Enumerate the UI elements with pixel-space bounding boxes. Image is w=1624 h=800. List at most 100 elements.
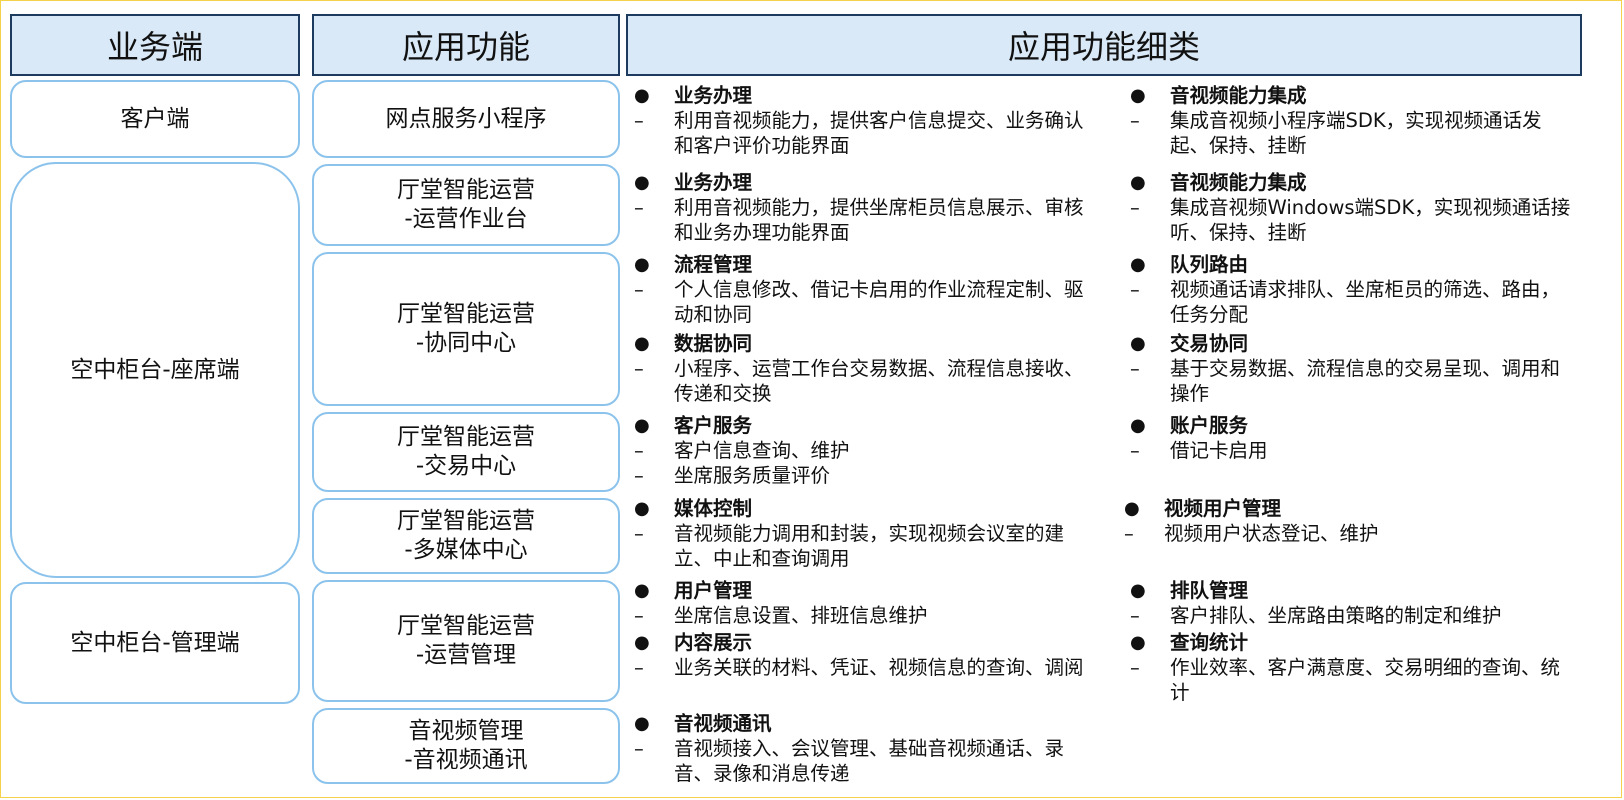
detail-desc: 集成音视频Windows端SDK，实现视频通话接听、保持、挂断 — [1170, 196, 1571, 244]
detail-desc: 客户排队、坐席路由策略的制定和维护 — [1170, 604, 1502, 627]
bullet-icon: ● — [1124, 498, 1140, 519]
dash-icon: – — [1130, 656, 1140, 679]
detail-desc: 坐席服务质量评价 — [674, 464, 831, 487]
detail-title: 业务办理 — [674, 84, 753, 107]
detail-item: ● 业务办理 – 利用音视频能力，提供坐席柜员信息展示、审核和业务办理功能界面 — [634, 170, 1094, 245]
dash-icon: – — [1124, 522, 1134, 545]
dash-icon: – — [1130, 109, 1140, 132]
detail-item: ● 业务办理 – 利用音视频能力，提供客户信息提交、业务确认和客户评价功能界面 — [634, 83, 1094, 158]
detail-item: ● 排队管理 – 客户排队、坐席路由策略的制定和维护 — [1130, 578, 1578, 628]
bullet-icon: ● — [634, 333, 650, 354]
detail-title: 客户服务 — [674, 414, 753, 437]
detail-desc: 个人信息修改、借记卡启用的作业流程定制、驱动和协同 — [674, 278, 1084, 326]
detail-item: ● 队列路由 – 视频通话请求排队、坐席柜员的筛选、路由，任务分配 — [1130, 252, 1578, 327]
detail-desc: 小程序、运营工作台交易数据、流程信息接收、传递和交换 — [674, 357, 1084, 405]
detail-desc: 基于交易数据、流程信息的交易呈现、调用和操作 — [1170, 357, 1561, 405]
detail-title: 内容展示 — [674, 631, 753, 654]
business-end-admin: 空中柜台-管理端 — [10, 582, 300, 704]
detail-desc: 利用音视频能力，提供坐席柜员信息展示、审核和业务办理功能界面 — [674, 196, 1084, 244]
dash-icon: – — [1130, 439, 1140, 462]
function-label: 厅堂智能运营 -交易中心 — [397, 424, 535, 479]
business-end-label: 客户端 — [120, 105, 190, 132]
detail-desc: 作业效率、客户满意度、交易明细的查询、统计 — [1170, 656, 1561, 704]
dash-icon: – — [634, 439, 644, 462]
bullet-icon: ● — [634, 415, 650, 436]
detail-title: 音视频能力集成 — [1170, 84, 1307, 107]
function-label: 网点服务小程序 — [385, 105, 547, 132]
detail-item: ● 交易协同 – 基于交易数据、流程信息的交易呈现、调用和操作 — [1130, 331, 1578, 406]
dash-icon: – — [634, 656, 644, 679]
detail-item: ● 流程管理 – 个人信息修改、借记卡启用的作业流程定制、驱动和协同 — [634, 252, 1094, 327]
bullet-icon: ● — [1130, 172, 1146, 193]
detail-title: 交易协同 — [1170, 332, 1249, 355]
bullet-icon: ● — [1130, 580, 1146, 601]
dash-icon: – — [1130, 196, 1140, 219]
dash-icon: – — [1130, 357, 1140, 380]
detail-desc: 视频用户状态登记、维护 — [1164, 522, 1379, 545]
function-ops-workbench: 厅堂智能运营 -运营作业台 — [312, 164, 620, 246]
function-av-comm: 音视频管理 -音视频通讯 — [312, 708, 620, 784]
dash-icon: – — [634, 357, 644, 380]
function-label: 厅堂智能运营 -协同中心 — [397, 301, 535, 356]
detail-item: ● 用户管理 – 坐席信息设置、排班信息维护 — [634, 578, 1094, 628]
bullet-icon: ● — [634, 498, 650, 519]
function-label: 厅堂智能运营 -运营作业台 — [397, 177, 535, 232]
detail-item: ● 账户服务 – 借记卡启用 — [1130, 413, 1578, 463]
detail-desc: 客户信息查询、维护 — [674, 439, 850, 462]
bullet-icon: ● — [634, 85, 650, 106]
detail-item: ● 查询统计 – 作业效率、客户满意度、交易明细的查询、统计 — [1130, 630, 1578, 705]
business-end-agent: 空中柜台-座席端 — [10, 162, 300, 578]
function-mini-program: 网点服务小程序 — [312, 80, 620, 158]
detail-title: 查询统计 — [1170, 631, 1249, 654]
detail-title: 视频用户管理 — [1164, 497, 1282, 520]
detail-desc: 借记卡启用 — [1170, 439, 1268, 462]
detail-title: 流程管理 — [674, 253, 753, 276]
bullet-icon: ● — [634, 254, 650, 275]
function-label: 厅堂智能运营 -多媒体中心 — [397, 508, 535, 563]
detail-title: 账户服务 — [1170, 414, 1249, 437]
header-app-function-detail: 应用功能细类 — [626, 14, 1582, 76]
detail-title: 音视频通讯 — [674, 712, 772, 735]
detail-item: ● 客户服务 – 客户信息查询、维护 – 坐席服务质量评价 — [634, 413, 1094, 488]
dash-icon: – — [634, 109, 644, 132]
bullet-icon: ● — [634, 172, 650, 193]
bullet-icon: ● — [1130, 254, 1146, 275]
dash-icon: – — [634, 522, 644, 545]
business-end-client: 客户端 — [10, 80, 300, 158]
detail-title: 数据协同 — [674, 332, 753, 355]
dash-icon: – — [1130, 604, 1140, 627]
detail-desc: 坐席信息设置、排班信息维护 — [674, 604, 928, 627]
detail-item: ● 音视频能力集成 – 集成音视频小程序端SDK，实现视频通话发起、保持、挂断 — [1130, 83, 1578, 158]
bullet-icon: ● — [1130, 415, 1146, 436]
bullet-icon: ● — [634, 632, 650, 653]
dash-icon: – — [634, 737, 644, 760]
detail-title: 排队管理 — [1170, 579, 1249, 602]
detail-item: ● 音视频能力集成 – 集成音视频Windows端SDK，实现视频通话接听、保持、挂… — [1130, 170, 1578, 245]
dash-icon: – — [634, 604, 644, 627]
detail-item: ● 内容展示 – 业务关联的材料、凭证、视频信息的查询、调阅 — [634, 630, 1094, 680]
function-ops-management: 厅堂智能运营 -运营管理 — [312, 580, 620, 702]
function-label: 厅堂智能运营 -运营管理 — [397, 613, 535, 668]
detail-item: ● 数据协同 – 小程序、运营工作台交易数据、流程信息接收、传递和交换 — [634, 331, 1094, 406]
bullet-icon: ● — [634, 713, 650, 734]
business-end-label: 空中柜台-管理端 — [70, 629, 240, 656]
dash-icon: – — [634, 278, 644, 301]
detail-title: 用户管理 — [674, 579, 753, 602]
bullet-icon: ● — [1130, 85, 1146, 106]
detail-title: 媒体控制 — [674, 497, 753, 520]
dash-icon: – — [1130, 278, 1140, 301]
detail-item: ● 媒体控制 – 音视频能力调用和封装，实现视频会议室的建立、中止和查询调用 — [634, 496, 1094, 571]
bullet-icon: ● — [634, 580, 650, 601]
bullet-icon: ● — [1130, 333, 1146, 354]
function-label: 音视频管理 -音视频通讯 — [404, 718, 528, 773]
detail-desc: 音视频接入、会议管理、基础音视频通话、录音、录像和消息传递 — [674, 737, 1065, 785]
header-business-end: 业务端 — [10, 14, 300, 76]
function-collab-center: 厅堂智能运营 -协同中心 — [312, 252, 620, 406]
header-app-function: 应用功能 — [312, 14, 620, 76]
detail-title: 业务办理 — [674, 171, 753, 194]
function-media-center: 厅堂智能运营 -多媒体中心 — [312, 498, 620, 574]
dash-icon: – — [634, 196, 644, 219]
detail-desc: 集成音视频小程序端SDK，实现视频通话发起、保持、挂断 — [1170, 109, 1542, 157]
bullet-icon: ● — [1130, 632, 1146, 653]
dash-icon: – — [634, 464, 644, 487]
